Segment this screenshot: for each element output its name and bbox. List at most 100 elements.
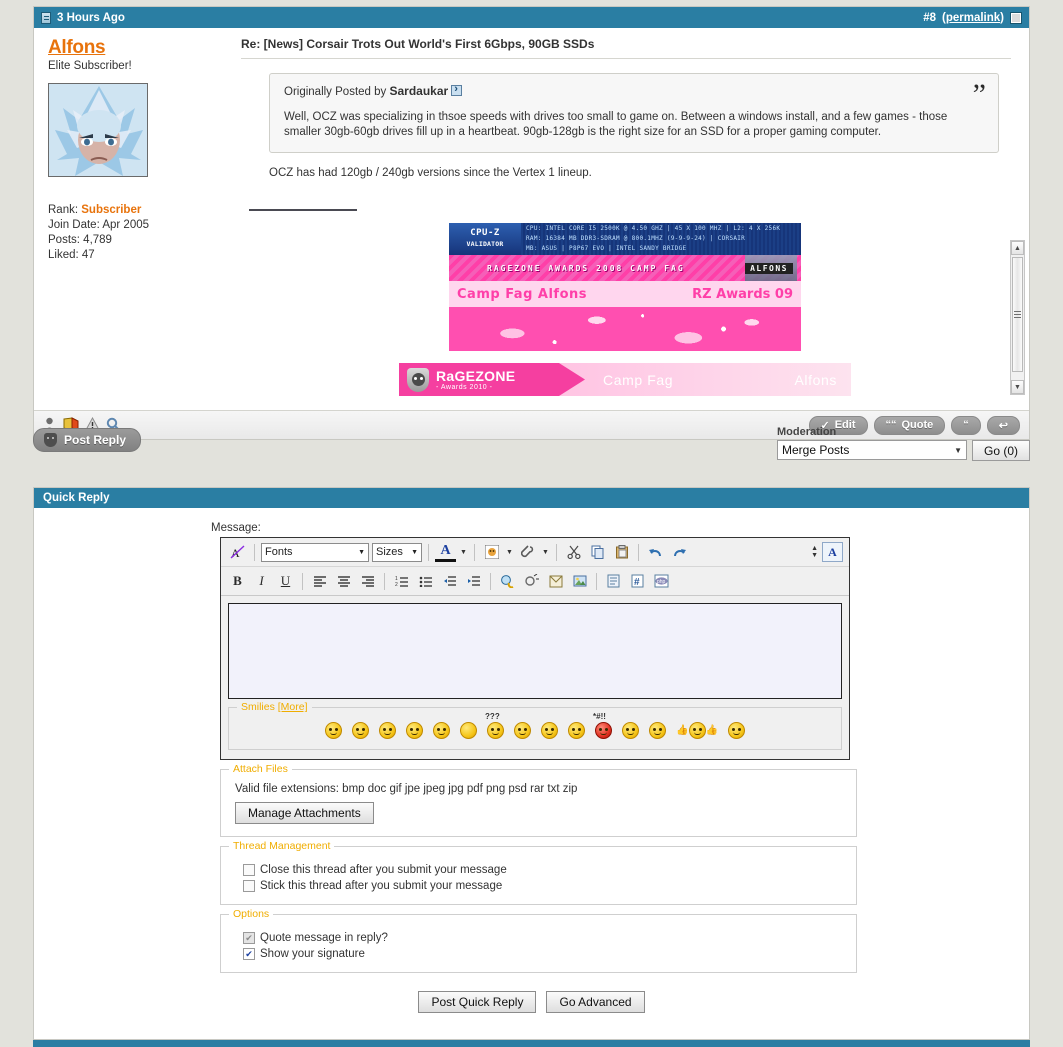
insert-image-icon[interactable] (569, 571, 590, 591)
post-title: Re: [News] Corsair Trots Out World's Fir… (241, 37, 595, 51)
paste-icon[interactable] (611, 542, 632, 562)
user-info-panel: Alfons Elite Subscriber! Rank: Subscribe… (34, 28, 239, 410)
smilie-item[interactable] (622, 722, 640, 739)
smilies-panel: Smilies [More] ??? *#!! 👍 👍 (228, 701, 842, 750)
remove-formatting-icon[interactable]: A (227, 542, 248, 562)
moderation-selected-value: Merge Posts (782, 443, 850, 457)
insert-link-icon[interactable] (497, 571, 518, 591)
smilie-item[interactable] (727, 722, 745, 739)
permalink-link[interactable]: (permalink) (942, 12, 1004, 24)
insert-email-icon[interactable] (545, 571, 566, 591)
cpuz-signature-image[interactable]: CPU-Z VALIDATOR CPU: INTEL CORE I5 2500K… (449, 223, 801, 351)
chevron-down-icon[interactable]: ▼ (505, 549, 514, 556)
smilie-item[interactable] (406, 722, 424, 739)
cut-icon[interactable] (563, 542, 584, 562)
moderation-label: Moderation (777, 426, 837, 438)
post-timestamp: 3 Hours Ago (57, 11, 125, 24)
submit-button-row: Post Quick Reply Go Advanced (34, 991, 1029, 1013)
smilie-item[interactable]: ??? (485, 712, 505, 739)
quote-prefix: Originally Posted by (284, 86, 387, 98)
post-reply-button[interactable]: Post Reply (33, 428, 142, 452)
signature-area: CPU-Z VALIDATOR CPU: INTEL CORE I5 2500K… (239, 223, 1011, 410)
post-quick-reply-button[interactable]: Post Quick Reply (418, 991, 537, 1013)
chevron-down-icon[interactable]: ▼ (459, 549, 468, 556)
indent-icon[interactable] (463, 571, 484, 591)
show-signature-checkbox[interactable]: ✔ (243, 948, 255, 960)
go-to-post-icon[interactable] (451, 83, 463, 96)
undo-icon[interactable] (645, 542, 666, 562)
insert-code-icon[interactable]: # (627, 571, 648, 591)
smilie-item[interactable] (568, 722, 586, 739)
cpuz-brand: CPU-Z (470, 228, 500, 238)
align-right-icon[interactable] (357, 571, 378, 591)
quote-author[interactable]: Sardaukar (389, 84, 448, 98)
attachment-icon[interactable] (517, 542, 538, 562)
quote-message-checkbox[interactable]: ✔ (243, 932, 255, 944)
copy-icon[interactable] (587, 542, 608, 562)
smilie-item[interactable]: 👍 👍 (676, 722, 718, 739)
smilies-legend-text: Smilies (241, 701, 275, 713)
svg-text:2: 2 (395, 582, 398, 587)
smilie-item[interactable] (433, 722, 451, 739)
smilie-item[interactable]: *#!! (593, 712, 613, 739)
options-fieldset: Options ✔ Quote message in reply? ✔ Show… (220, 908, 857, 973)
close-thread-checkbox[interactable] (243, 864, 255, 876)
smilie-tag: ??? (485, 712, 500, 721)
smilie-item[interactable] (460, 722, 478, 739)
chevron-down-icon[interactable]: ▼ (541, 549, 550, 556)
smilie-item[interactable] (514, 722, 532, 739)
smilie-item[interactable] (379, 722, 397, 739)
go-advanced-button[interactable]: Go Advanced (546, 991, 645, 1013)
insert-php-icon[interactable]: php (651, 571, 672, 591)
smilie-item[interactable] (649, 722, 667, 739)
smilie-item[interactable] (352, 722, 370, 739)
ragezone-2010-signature-image[interactable]: RaGEZONE - Awards 2010 - Camp Fag Alfons (399, 363, 851, 396)
show-signature-option[interactable]: ✔ Show your signature (243, 948, 846, 960)
scrollbar-thumb[interactable] (1012, 257, 1023, 372)
username-link[interactable]: Alfons (48, 38, 229, 58)
post-scrollbar[interactable]: ▲ ▼ (1010, 240, 1025, 395)
font-color-icon[interactable]: A (435, 542, 456, 562)
insert-quote-icon[interactable] (603, 571, 624, 591)
font-family-select[interactable]: Fonts ▼ (261, 542, 369, 562)
outdent-icon[interactable] (439, 571, 460, 591)
quote-message-option[interactable]: ✔ Quote message in reply? (243, 932, 846, 944)
stick-thread-option[interactable]: Stick this thread after you submit your … (243, 880, 846, 892)
cpuz-line3: MB: ASUS | P8P67 EVO | INTEL SANDY BRIDG… (526, 245, 687, 252)
smilies-more-link[interactable]: [More] (278, 701, 308, 713)
rz-middle-text: Camp Fag (603, 371, 674, 388)
quote-text: Well, OCZ was specializing in thsoe spee… (284, 111, 948, 138)
rank-label: Rank: (48, 203, 79, 216)
ordered-list-icon[interactable]: 12 (391, 571, 412, 591)
moderation-select[interactable]: Merge Posts ▼ (777, 440, 967, 460)
user-title: Elite Subscriber! (48, 59, 132, 72)
select-post-checkbox[interactable] (1010, 11, 1022, 24)
resize-editor-icon[interactable]: ▲ ▼ (811, 545, 818, 559)
underline-icon[interactable]: U (275, 571, 296, 591)
bold-icon[interactable]: B (227, 571, 248, 591)
align-center-icon[interactable] (333, 571, 354, 591)
scroll-down-arrow-icon[interactable]: ▼ (1011, 380, 1024, 394)
stick-thread-checkbox[interactable] (243, 880, 255, 892)
smilie-item[interactable] (325, 722, 343, 739)
smilie-tag: *#!! (593, 712, 606, 721)
avatar[interactable] (48, 82, 148, 177)
toggle-wysiwyg-icon[interactable]: A (822, 542, 843, 562)
svg-text:php: php (657, 579, 666, 585)
smilie-insert-icon[interactable] (481, 542, 502, 562)
italic-icon[interactable]: I (251, 571, 272, 591)
redo-icon[interactable] (669, 542, 690, 562)
unordered-list-icon[interactable] (415, 571, 436, 591)
smilie-item[interactable] (541, 722, 559, 739)
joindate-value: Apr 2005 (102, 218, 150, 231)
remove-link-icon[interactable] (521, 571, 542, 591)
message-textarea[interactable] (228, 603, 842, 699)
align-left-icon[interactable] (309, 571, 330, 591)
moderation-go-button[interactable]: Go (0) (972, 440, 1030, 461)
chevron-down-icon: ▼ (411, 548, 418, 556)
manage-attachments-button[interactable]: Manage Attachments (235, 802, 374, 824)
quote-message-label: Quote message in reply? (260, 932, 388, 944)
close-thread-option[interactable]: Close this thread after you submit your … (243, 864, 846, 876)
font-size-select[interactable]: Sizes ▼ (372, 542, 422, 562)
scroll-up-arrow-icon[interactable]: ▲ (1011, 241, 1024, 255)
